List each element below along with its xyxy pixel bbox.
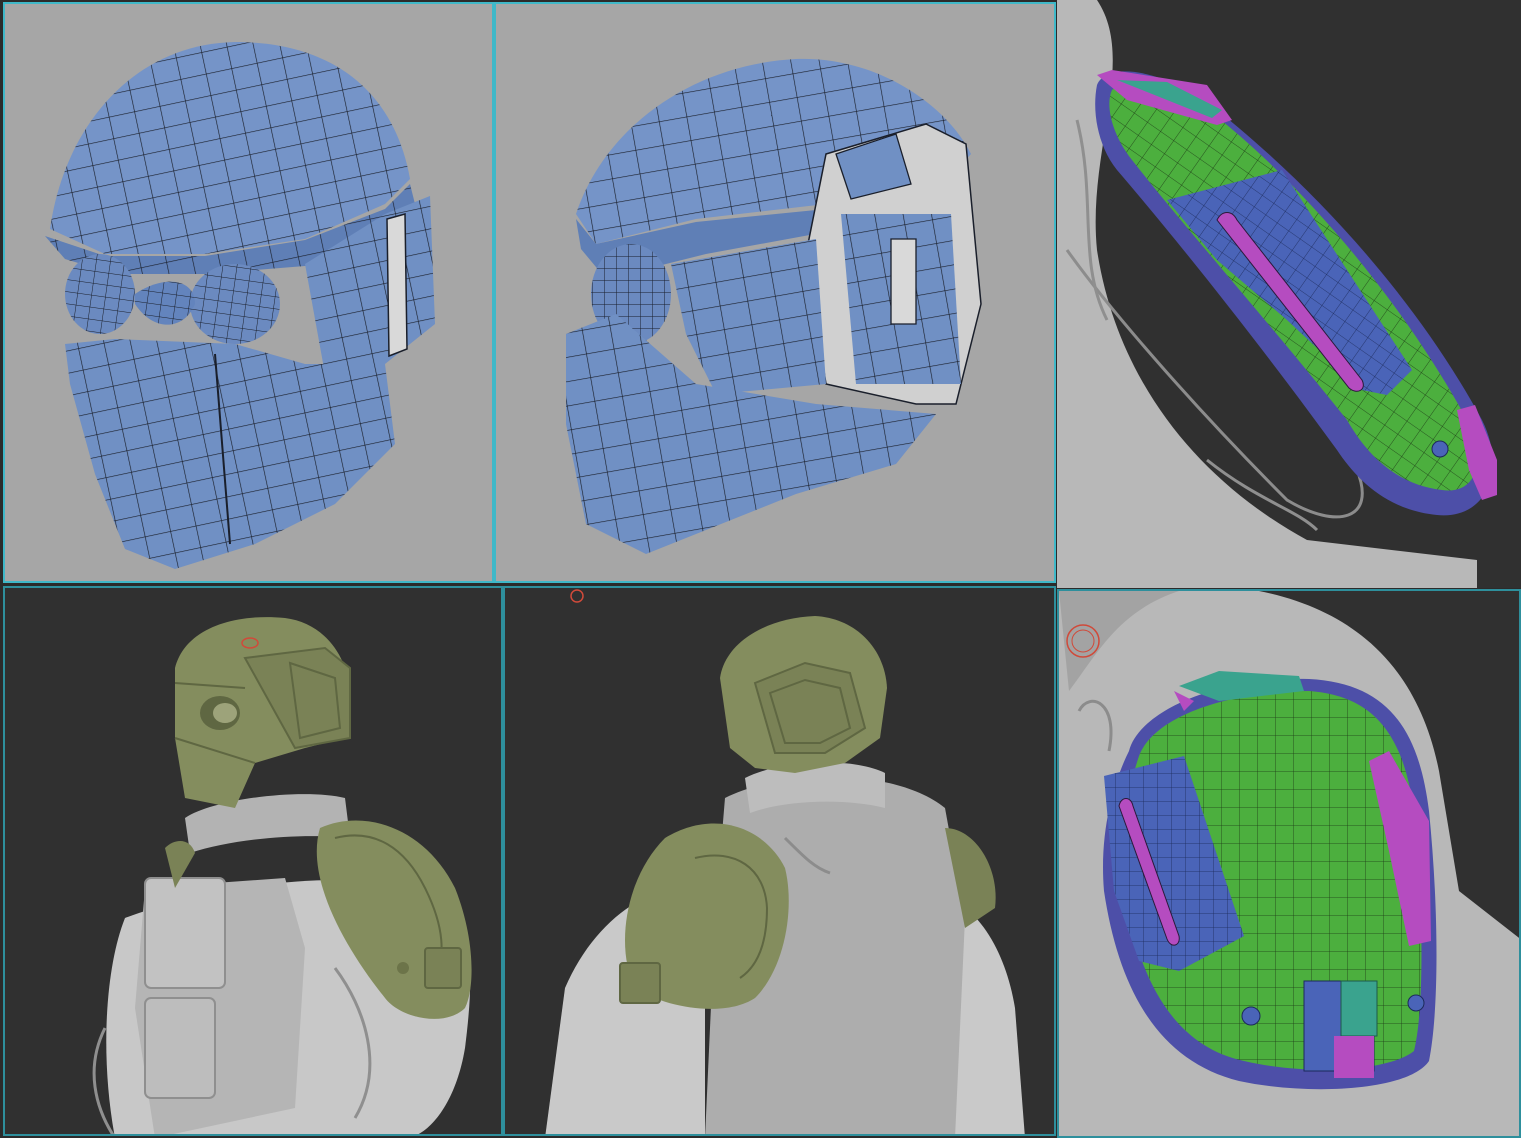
viewport-helmet-side[interactable] xyxy=(494,2,1056,583)
helmet-wireframe-icon xyxy=(45,42,435,569)
polygroup-pad-icon xyxy=(1059,591,1519,1136)
viewport-shoulder-side[interactable] xyxy=(1057,0,1521,588)
viewport-shoulder-front[interactable] xyxy=(1057,589,1521,1138)
helmet-wireframe-icon xyxy=(566,58,982,554)
viewport-helmet-front[interactable] xyxy=(3,2,494,583)
viewport-character-front[interactable] xyxy=(3,586,503,1136)
polygroup-pad-icon xyxy=(1057,0,1497,588)
sculpt-character-icon xyxy=(92,617,472,1134)
viewport-character-back[interactable] xyxy=(503,586,1056,1136)
sculpt-character-icon xyxy=(545,589,1025,1134)
